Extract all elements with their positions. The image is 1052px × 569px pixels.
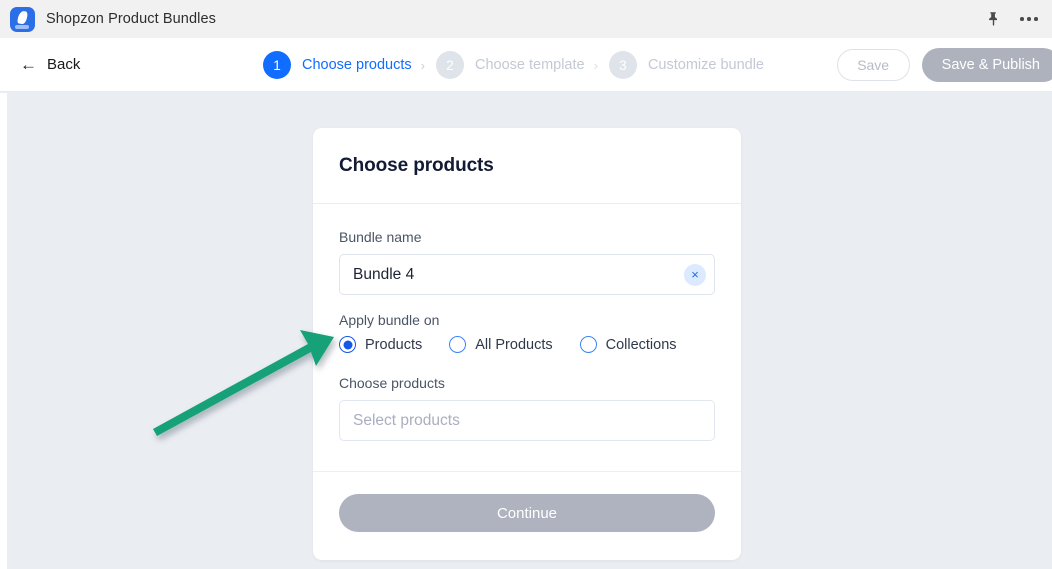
title-bar-right-group	[978, 0, 1044, 38]
apply-bundle-on-label: Apply bundle on	[339, 312, 440, 328]
window-title-bar: Shopzon Product Bundles	[0, 0, 1052, 38]
back-button-label: Back	[47, 56, 81, 73]
more-dots	[1020, 17, 1038, 21]
radio-icon-collections	[579, 336, 597, 353]
bundle-name-label: Bundle name	[339, 229, 422, 245]
arrow-left-icon: ←	[20, 55, 37, 74]
choose-products-field-wrap	[339, 400, 715, 441]
card-header: Choose products	[313, 128, 741, 204]
more-options-icon[interactable]	[1014, 5, 1044, 33]
save-button[interactable]: Save	[836, 49, 910, 81]
radio-icon-all-products	[449, 336, 467, 353]
radio-option-collections[interactable]: Collections	[579, 336, 677, 353]
step-separator-2: ›	[593, 57, 598, 73]
step-2-choose-template[interactable]: 2 Choose template	[435, 51, 585, 79]
step-1-number: 1	[263, 51, 291, 79]
step-3-label: Customize bundle	[647, 57, 765, 73]
back-button[interactable]: ← Back	[20, 56, 80, 73]
bundle-name-input[interactable]	[339, 254, 715, 295]
card-footer: Continue	[313, 472, 741, 560]
choose-products-label: Choose products	[339, 375, 445, 391]
content-stage: Choose products Bundle name × Apply bund…	[0, 93, 1052, 569]
radio-icon-products	[339, 336, 356, 353]
wizard-stepper: 1 Choose products › 2 Choose template › …	[263, 38, 764, 92]
step-2-label: Choose template	[474, 57, 585, 73]
card-body: Bundle name × Apply bundle on Products A…	[313, 204, 741, 472]
step-1-label: Choose products	[302, 57, 412, 73]
clear-icon[interactable]: ×	[684, 263, 706, 286]
step-3-number: 3	[608, 51, 637, 79]
radio-option-all-products[interactable]: All Products	[449, 336, 553, 353]
choose-products-card: Choose products Bundle name × Apply bund…	[313, 128, 741, 560]
page-title: Choose products	[339, 155, 494, 176]
app-title: Shopzon Product Bundles	[46, 11, 216, 27]
bundle-name-field-wrap: ×	[339, 254, 715, 295]
step-2-number: 2	[435, 51, 464, 79]
nav-action-buttons: Save Save & Publish	[836, 38, 1052, 92]
apply-bundle-on-radio-group: Products All Products Collections	[339, 336, 715, 353]
top-navigation-bar: ← Back 1 Choose products › 2 Choose temp…	[0, 38, 1052, 92]
shopzon-app-icon	[10, 6, 35, 32]
step-separator-1: ›	[420, 57, 425, 73]
pin-icon[interactable]	[978, 5, 1008, 33]
select-products-input[interactable]	[339, 400, 715, 441]
radio-label-products: Products	[365, 336, 423, 353]
step-1-choose-products[interactable]: 1 Choose products	[263, 51, 412, 79]
radio-label-all-products: All Products	[475, 336, 553, 353]
step-3-customize-bundle[interactable]: 3 Customize bundle	[608, 51, 765, 79]
radio-option-products[interactable]: Products	[339, 336, 422, 353]
save-and-publish-button[interactable]: Save & Publish	[921, 48, 1052, 82]
continue-button[interactable]: Continue	[339, 494, 715, 532]
title-bar-left-group: Shopzon Product Bundles	[10, 6, 216, 32]
radio-label-collections: Collections	[605, 336, 677, 353]
